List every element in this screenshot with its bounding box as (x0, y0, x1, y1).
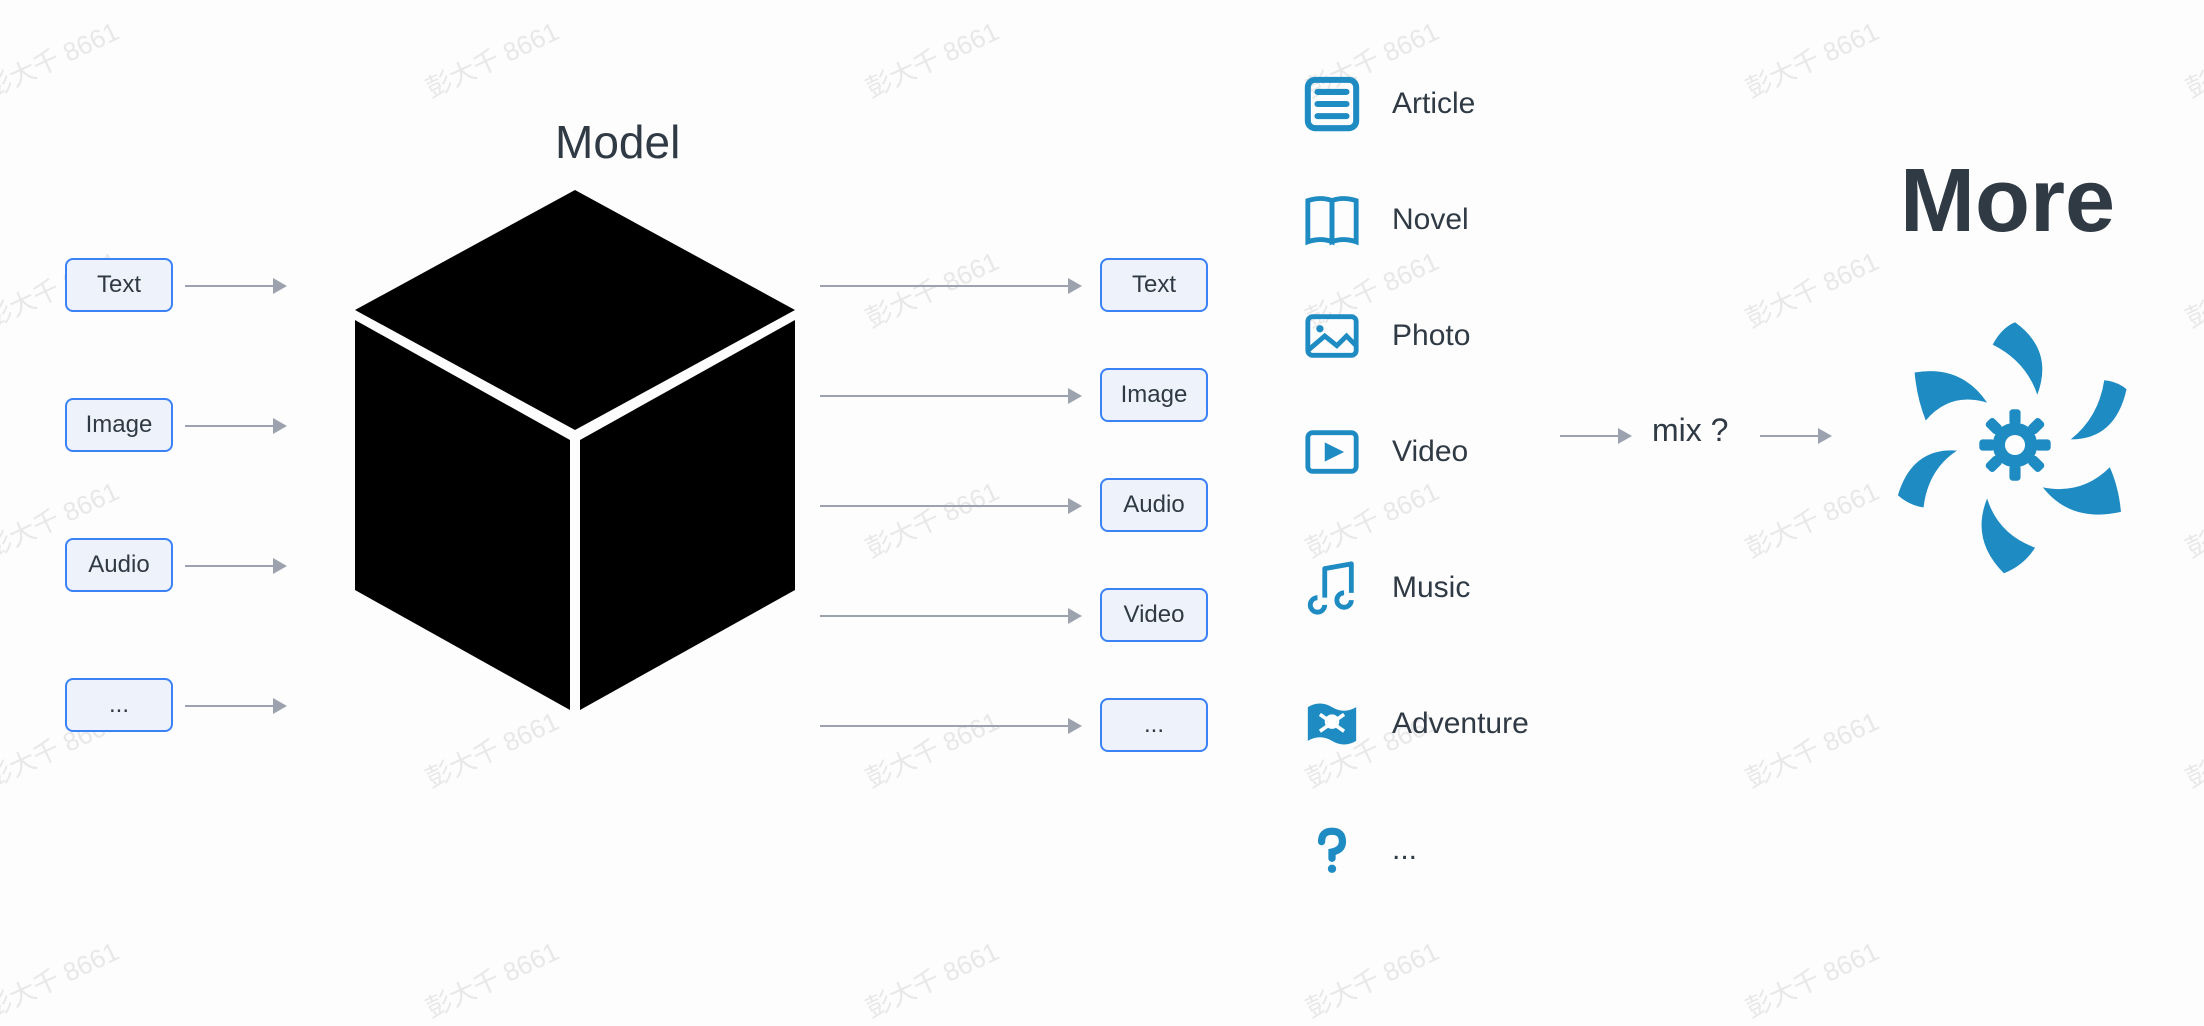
content-label: ... (1392, 833, 1417, 867)
watermark: 彭大千 8661 (1739, 471, 1884, 565)
watermark: 彭大千 8661 (859, 11, 1004, 105)
content-label: Adventure (1392, 707, 1529, 741)
diagram-stage: 彭大千 8661 彭大千 8661 彭大千 8661 彭大千 8661 彭大千 … (0, 0, 2204, 978)
model-cube (345, 190, 805, 710)
content-row-novel: Novel (1300, 188, 1469, 252)
content-row-adventure: Adventure (1300, 692, 1529, 756)
arrow-input-1 (185, 425, 285, 427)
pill-label: Text (1132, 271, 1176, 299)
watermark: 彭大千 8661 (419, 11, 564, 105)
watermark: 彭大千 8661 (2179, 701, 2204, 795)
pill-label: Audio (88, 551, 149, 579)
arrow-output-4 (820, 725, 1080, 727)
watermark: 彭大千 8661 (2179, 471, 2204, 565)
content-row-video: Video (1300, 420, 1468, 484)
output-pill-text: Text (1100, 258, 1208, 312)
pill-label: Audio (1123, 491, 1184, 519)
content-label: Novel (1392, 203, 1469, 237)
watermark: 彭大千 8661 (1739, 241, 1884, 335)
article-icon (1300, 72, 1364, 136)
arrow-input-2 (185, 565, 285, 567)
watermark: 彭大千 8661 (859, 471, 1004, 565)
content-row-more: ... (1300, 818, 1417, 882)
model-title: Model (555, 115, 680, 169)
arrow-mix-right (1760, 435, 1830, 437)
pill-label: Text (97, 271, 141, 299)
pill-label: ... (109, 691, 129, 719)
mix-label: mix ? (1652, 412, 1728, 449)
content-label: Video (1392, 435, 1468, 469)
watermark: 彭大千 8661 (1299, 931, 1444, 1025)
arrow-output-1 (820, 395, 1080, 397)
music-icon (1300, 556, 1364, 620)
arrow-mix-left (1560, 435, 1630, 437)
output-pill-image: Image (1100, 368, 1208, 422)
watermark: 彭大千 8661 (1299, 471, 1444, 565)
watermark: 彭大千 8661 (2179, 11, 2204, 105)
watermark: 彭大千 8661 (419, 931, 564, 1025)
content-label: Article (1392, 87, 1475, 121)
input-pill-image: Image (65, 398, 173, 452)
content-label: Photo (1392, 319, 1470, 353)
video-icon (1300, 420, 1364, 484)
book-icon (1300, 188, 1364, 252)
pill-label: Image (86, 411, 153, 439)
content-row-music: Music (1300, 556, 1470, 620)
output-pill-audio: Audio (1100, 478, 1208, 532)
content-row-article: Article (1300, 72, 1475, 136)
watermark: 彭大千 8661 (859, 241, 1004, 335)
more-title: More (1900, 150, 2115, 253)
watermark: 彭大千 8661 (0, 11, 124, 105)
flag-skull-icon (1300, 692, 1364, 756)
input-pill-more: ... (65, 678, 173, 732)
watermark: 彭大千 8661 (859, 931, 1004, 1025)
arrow-input-0 (185, 285, 285, 287)
watermark: 彭大千 8661 (859, 701, 1004, 795)
swirl-gear-icon (1870, 300, 2130, 560)
output-pill-more: ... (1100, 698, 1208, 752)
arrow-output-2 (820, 505, 1080, 507)
output-pill-video: Video (1100, 588, 1208, 642)
watermark: 彭大千 8661 (2179, 241, 2204, 335)
watermark: 彭大千 8661 (0, 931, 124, 1025)
question-icon (1300, 818, 1364, 882)
arrow-input-3 (185, 705, 285, 707)
input-pill-text: Text (65, 258, 173, 312)
content-row-photo: Photo (1300, 304, 1470, 368)
pill-label: Image (1121, 381, 1188, 409)
watermark: 彭大千 8661 (1739, 931, 1884, 1025)
watermark: 彭大千 8661 (1739, 701, 1884, 795)
watermark: 彭大千 8661 (419, 701, 564, 795)
photo-icon (1300, 304, 1364, 368)
arrow-output-0 (820, 285, 1080, 287)
arrow-output-3 (820, 615, 1080, 617)
content-label: Music (1392, 571, 1470, 605)
cube-icon (345, 190, 805, 710)
input-pill-audio: Audio (65, 538, 173, 592)
pill-label: ... (1144, 711, 1164, 739)
pill-label: Video (1124, 601, 1185, 629)
watermark: 彭大千 8661 (1739, 11, 1884, 105)
